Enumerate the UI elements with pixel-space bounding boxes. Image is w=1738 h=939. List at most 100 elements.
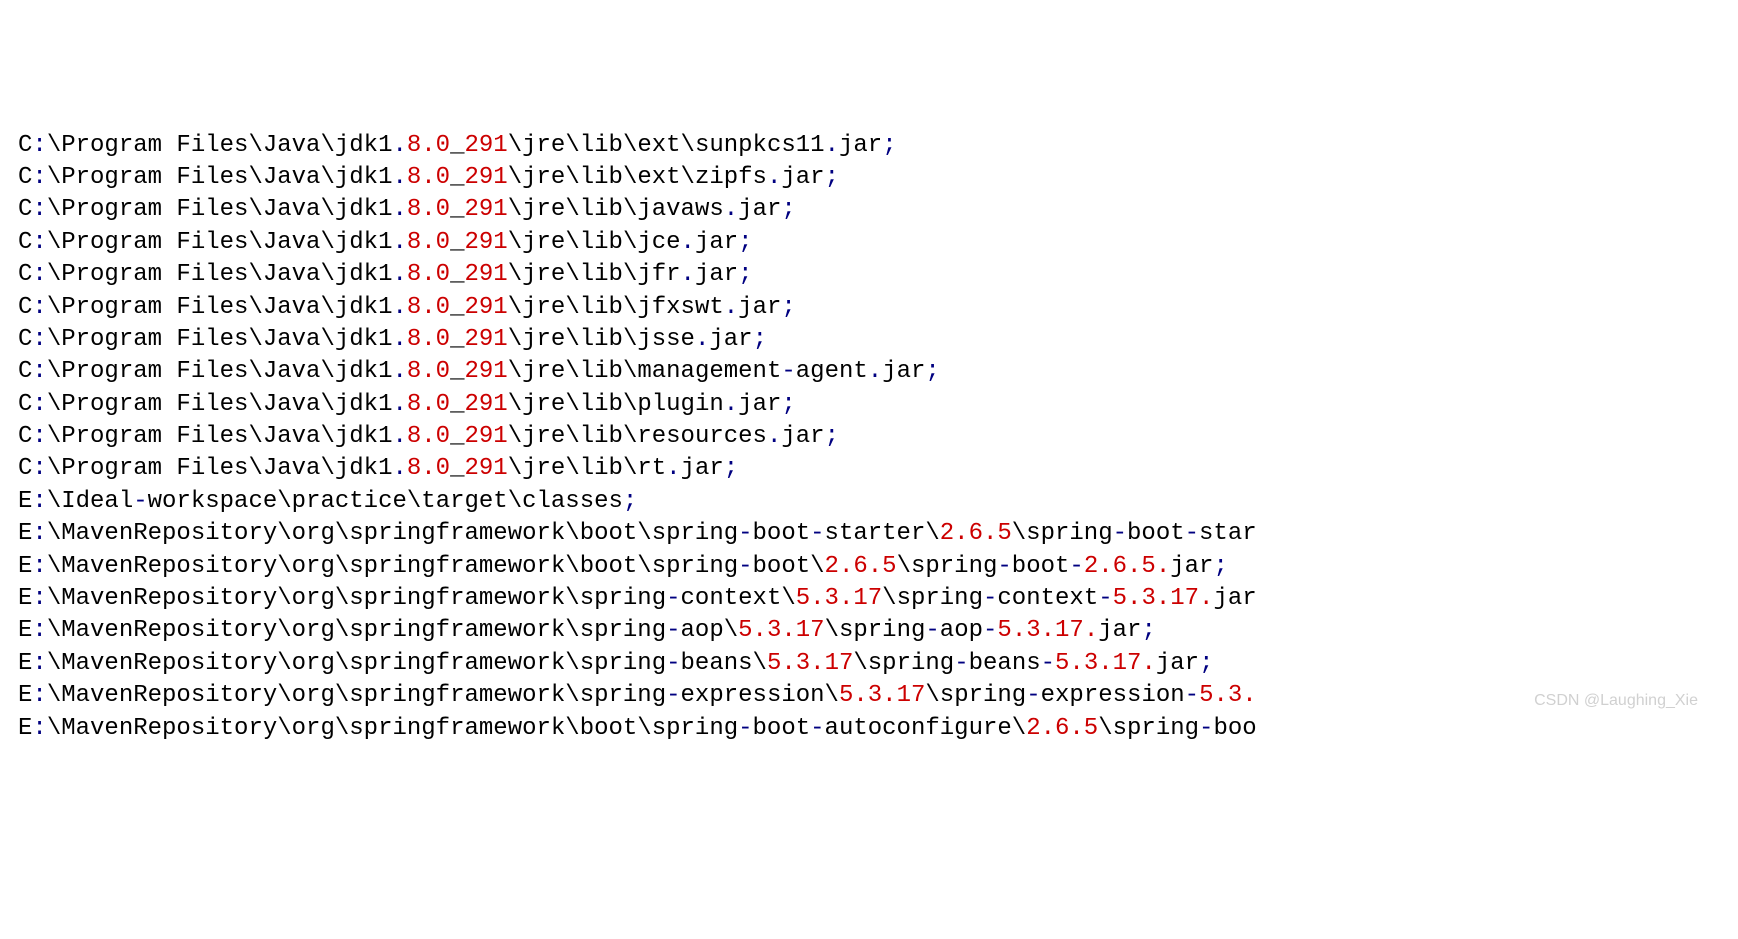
text-segment: . — [392, 326, 406, 353]
text-segment: E — [18, 650, 32, 677]
classpath-line[interactable]: E:\MavenRepository\org\springframework\b… — [0, 713, 1738, 745]
text-segment: \Program Files\Java\jdk1 — [47, 164, 393, 191]
text-segment: - — [781, 358, 795, 385]
text-segment: C — [18, 229, 32, 256]
text-segment: : — [32, 617, 46, 644]
text-segment: \Program Files\Java\jdk1 — [47, 358, 393, 385]
classpath-line[interactable]: C:\Program Files\Java\jdk1.8.0_291\jre\l… — [0, 162, 1738, 194]
classpath-line[interactable]: E:\MavenRepository\org\springframework\s… — [0, 615, 1738, 647]
text-segment: . — [767, 423, 781, 450]
text-segment: jar — [882, 358, 925, 385]
classpath-line[interactable]: E:\MavenRepository\org\springframework\s… — [0, 680, 1738, 712]
text-segment: \spring — [825, 617, 926, 644]
text-segment: \Program Files\Java\jdk1 — [47, 391, 393, 418]
classpath-line[interactable]: C:\Program Files\Java\jdk1.8.0_291\jre\l… — [0, 356, 1738, 388]
classpath-line[interactable]: E:\MavenRepository\org\springframework\b… — [0, 518, 1738, 550]
text-segment: E — [18, 585, 32, 612]
text-segment: 291 — [465, 196, 508, 223]
text-segment: C — [18, 294, 32, 321]
text-segment: 291 — [465, 423, 508, 450]
text-segment: 5.3.17. — [997, 617, 1098, 644]
classpath-line[interactable]: C:\Program Files\Java\jdk1.8.0_291\jre\l… — [0, 130, 1738, 162]
text-segment: _ — [450, 294, 464, 321]
text-segment: ; — [623, 488, 637, 515]
text-segment: beans — [969, 650, 1041, 677]
classpath-line[interactable]: C:\Program Files\Java\jdk1.8.0_291\jre\l… — [0, 292, 1738, 324]
text-segment: . — [392, 261, 406, 288]
text-segment: aop — [940, 617, 983, 644]
text-segment: 5.3.17. — [1055, 650, 1156, 677]
classpath-line[interactable]: E:\MavenRepository\org\springframework\s… — [0, 648, 1738, 680]
text-segment: \MavenRepository\org\springframework\spr… — [47, 617, 666, 644]
classpath-line[interactable]: E:\MavenRepository\org\springframework\b… — [0, 551, 1738, 583]
classpath-line[interactable]: C:\Program Files\Java\jdk1.8.0_291\jre\l… — [0, 324, 1738, 356]
text-segment: expression\ — [681, 682, 839, 709]
text-segment: C — [18, 423, 32, 450]
text-segment: jar — [781, 423, 824, 450]
text-segment: boot\ — [753, 553, 825, 580]
text-segment: jar — [1170, 553, 1213, 580]
text-segment: \MavenRepository\org\springframework\boo… — [47, 715, 738, 742]
text-segment: : — [32, 294, 46, 321]
text-segment: : — [32, 423, 46, 450]
classpath-line[interactable]: C:\Program Files\Java\jdk1.8.0_291\jre\l… — [0, 453, 1738, 485]
text-segment: E — [18, 553, 32, 580]
text-segment: \Program Files\Java\jdk1 — [47, 261, 393, 288]
text-segment: . — [724, 196, 738, 223]
console-output[interactable]: C:\Program Files\Java\jdk1.8.0_291\jre\l… — [0, 130, 1738, 745]
text-segment: : — [32, 682, 46, 709]
text-segment: . — [392, 164, 406, 191]
text-segment: jar — [1213, 585, 1256, 612]
text-segment: 8.0 — [407, 132, 450, 159]
text-segment: : — [32, 650, 46, 677]
text-segment: _ — [450, 423, 464, 450]
text-segment: 8.0 — [407, 455, 450, 482]
text-segment: \Program Files\Java\jdk1 — [47, 132, 393, 159]
text-segment: . — [724, 294, 738, 321]
classpath-line[interactable]: C:\Program Files\Java\jdk1.8.0_291\jre\l… — [0, 259, 1738, 291]
text-segment: \jre\lib\plugin — [508, 391, 724, 418]
classpath-line[interactable]: C:\Program Files\Java\jdk1.8.0_291\jre\l… — [0, 421, 1738, 453]
text-segment: - — [983, 585, 997, 612]
text-segment: \jre\lib\resources — [508, 423, 767, 450]
text-segment: C — [18, 132, 32, 159]
text-segment: jar — [695, 229, 738, 256]
text-segment: : — [32, 261, 46, 288]
text-segment: \MavenRepository\org\springframework\boo… — [47, 553, 738, 580]
text-segment: 291 — [465, 326, 508, 353]
text-segment: . — [392, 423, 406, 450]
text-segment: \Program Files\Java\jdk1 — [47, 196, 393, 223]
classpath-line[interactable]: C:\Program Files\Java\jdk1.8.0_291\jre\l… — [0, 389, 1738, 421]
text-segment: . — [392, 132, 406, 159]
text-segment: \Program Files\Java\jdk1 — [47, 229, 393, 256]
text-segment: jar — [1156, 650, 1199, 677]
text-segment: 291 — [465, 132, 508, 159]
text-segment: \MavenRepository\org\springframework\spr… — [47, 585, 666, 612]
classpath-line[interactable]: E:\Ideal-workspace\practice\target\class… — [0, 486, 1738, 518]
text-segment: : — [32, 132, 46, 159]
text-segment: jar — [681, 455, 724, 482]
classpath-line[interactable]: C:\Program Files\Java\jdk1.8.0_291\jre\l… — [0, 194, 1738, 226]
text-segment: jar — [781, 164, 824, 191]
text-segment: : — [32, 488, 46, 515]
text-segment: _ — [450, 391, 464, 418]
text-segment: C — [18, 326, 32, 353]
text-segment: - — [738, 520, 752, 547]
text-segment: 5.3.17 — [796, 585, 882, 612]
text-segment: 5.3.17 — [839, 682, 925, 709]
classpath-line[interactable]: E:\MavenRepository\org\springframework\s… — [0, 583, 1738, 615]
text-segment: C — [18, 261, 32, 288]
text-segment: agent — [796, 358, 868, 385]
text-segment: : — [32, 164, 46, 191]
text-segment: boot — [753, 715, 811, 742]
text-segment: 291 — [465, 261, 508, 288]
text-segment: C — [18, 391, 32, 418]
classpath-line[interactable]: C:\Program Files\Java\jdk1.8.0_291\jre\l… — [0, 227, 1738, 259]
text-segment: \Program Files\Java\jdk1 — [47, 294, 393, 321]
text-segment: . — [392, 294, 406, 321]
text-segment: \MavenRepository\org\springframework\spr… — [47, 682, 666, 709]
text-segment: : — [32, 229, 46, 256]
text-segment: : — [32, 585, 46, 612]
text-segment: ; — [825, 164, 839, 191]
text-segment: . — [767, 164, 781, 191]
